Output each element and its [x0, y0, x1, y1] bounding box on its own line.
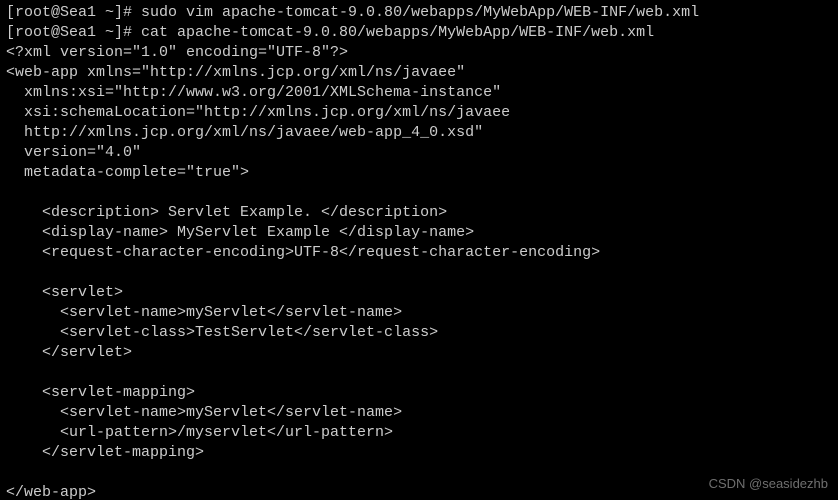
- terminal-line: <?xml version="1.0" encoding="UTF-8"?>: [6, 43, 832, 63]
- terminal-output[interactable]: [root@Sea1 ~]# sudo vim apache-tomcat-9.…: [0, 0, 838, 500]
- terminal-line: <display-name> MyServlet Example </displ…: [6, 223, 832, 243]
- terminal-line: xmlns:xsi="http://www.w3.org/2001/XMLSch…: [6, 83, 832, 103]
- terminal-line: [6, 363, 832, 383]
- watermark-text: CSDN @seasidezhb: [709, 474, 828, 494]
- terminal-line: <description> Servlet Example. </descrip…: [6, 203, 832, 223]
- terminal-line: <servlet>: [6, 283, 832, 303]
- terminal-line: <request-character-encoding>UTF-8</reque…: [6, 243, 832, 263]
- terminal-line: metadata-complete="true">: [6, 163, 832, 183]
- terminal-line: [6, 263, 832, 283]
- terminal-line: http://xmlns.jcp.org/xml/ns/javaee/web-a…: [6, 123, 832, 143]
- terminal-line: [6, 183, 832, 203]
- terminal-line: [root@Sea1 ~]# cat apache-tomcat-9.0.80/…: [6, 23, 832, 43]
- terminal-line: <servlet-mapping>: [6, 383, 832, 403]
- terminal-line: <servlet-name>myServlet</servlet-name>: [6, 403, 832, 423]
- terminal-line: xsi:schemaLocation="http://xmlns.jcp.org…: [6, 103, 832, 123]
- terminal-line: <servlet-class>TestServlet</servlet-clas…: [6, 323, 832, 343]
- terminal-line: </servlet-mapping>: [6, 443, 832, 463]
- terminal-line: version="4.0": [6, 143, 832, 163]
- terminal-line: <web-app xmlns="http://xmlns.jcp.org/xml…: [6, 63, 832, 83]
- terminal-line: <servlet-name>myServlet</servlet-name>: [6, 303, 832, 323]
- terminal-line: [root@Sea1 ~]# sudo vim apache-tomcat-9.…: [6, 3, 832, 23]
- terminal-line: </servlet>: [6, 343, 832, 363]
- terminal-line: <url-pattern>/myservlet</url-pattern>: [6, 423, 832, 443]
